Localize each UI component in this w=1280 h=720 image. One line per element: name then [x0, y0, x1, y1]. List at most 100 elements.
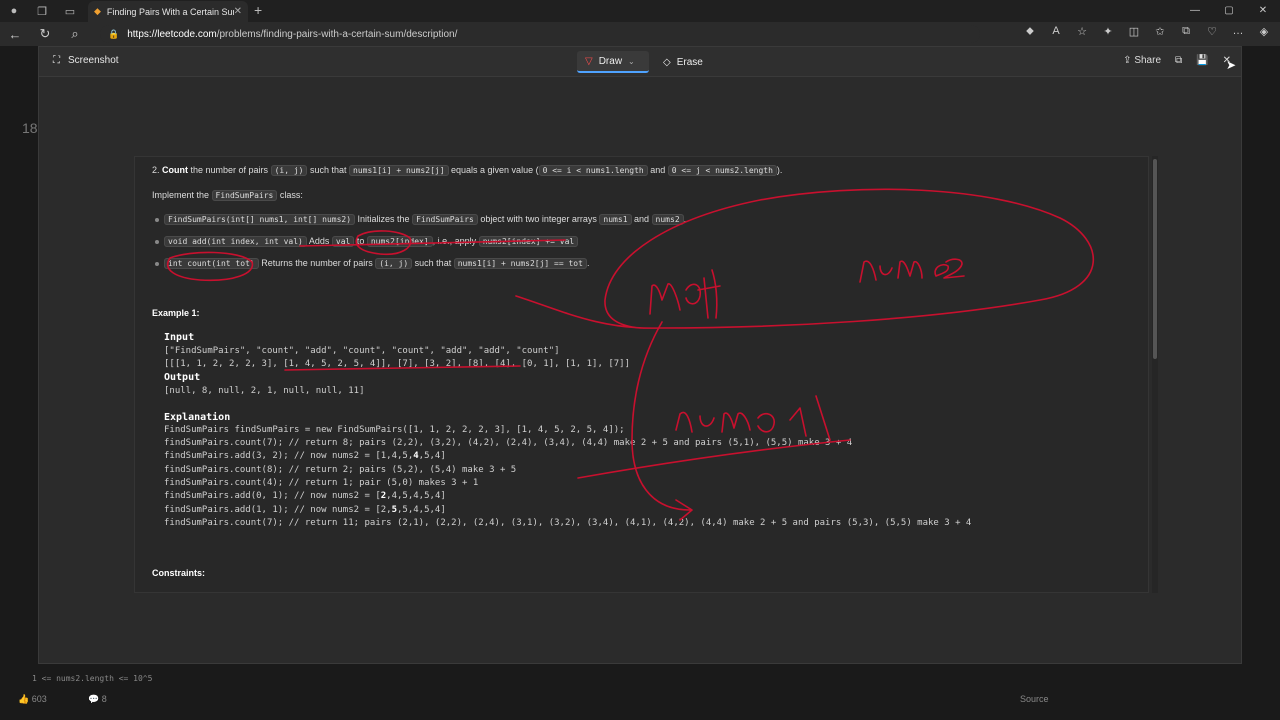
- mouse-cursor-icon: ➤: [1226, 58, 1237, 72]
- t: findSumPairs.add(3, 2); // now nums2 = […: [164, 451, 414, 461]
- screenshot-label: Screenshot: [68, 55, 119, 66]
- favorites-icon[interactable]: ✩: [1152, 25, 1168, 38]
- erase-label: Erase: [676, 56, 703, 68]
- t: the number of pairs: [188, 165, 271, 175]
- browser-tab[interactable]: ◆ Finding Pairs With a Certain Sum ✕: [88, 1, 248, 22]
- workspaces-icon[interactable]: ❐: [28, 0, 56, 22]
- close-window-icon[interactable]: ✕: [1246, 0, 1280, 22]
- address-bar-row: ← ↻ ⌕ 🔒 https://leetcode.com/problems/fi…: [0, 22, 1280, 46]
- scroll-thumb[interactable]: [1153, 159, 1157, 359]
- collections-icon[interactable]: ⧉: [1178, 25, 1194, 38]
- extension-icon[interactable]: ⬥: [1022, 25, 1038, 38]
- t: to: [354, 236, 367, 246]
- back-icon[interactable]: ←: [0, 27, 30, 42]
- explanation-line: FindSumPairs findSumPairs = new FindSumP…: [164, 425, 625, 435]
- inline-code: (i, j): [270, 165, 308, 176]
- bg-constraint-text: 1 <= nums2.length <= 10^5: [32, 674, 153, 683]
- tab-title: Finding Pairs With a Certain Sum: [106, 6, 234, 17]
- draw-label: Draw: [598, 55, 623, 67]
- split-screen-icon[interactable]: ◫: [1126, 25, 1142, 38]
- minimize-icon[interactable]: —: [1178, 0, 1212, 22]
- inline-code: nums1[i] + nums2[j]: [349, 165, 449, 176]
- explanation-line: findSumPairs.count(8); // return 2; pair…: [164, 465, 517, 475]
- profile-icon[interactable]: ●: [0, 0, 28, 22]
- share-button[interactable]: ⇪ Share: [1123, 55, 1161, 66]
- comments-value: 8: [101, 694, 107, 704]
- explanation-label: Explanation: [164, 412, 231, 423]
- inline-code: 0 <= j < nums2.length: [667, 165, 777, 176]
- t: ,5,4,5,4]: [397, 505, 446, 515]
- save-icon[interactable]: 💾: [1196, 55, 1208, 66]
- draw-button[interactable]: ▽ Draw ⌄: [577, 51, 649, 73]
- erase-button[interactable]: ◇ Erase: [659, 51, 707, 73]
- t: object with two integer arrays: [477, 214, 600, 224]
- copy-icon[interactable]: ⧉: [1175, 55, 1182, 66]
- lock-icon: 🔒: [108, 28, 120, 39]
- t: Initializes the: [355, 214, 413, 224]
- bullet-count: int count(int tot) Returns the number of…: [164, 258, 589, 269]
- bullet-dot: [155, 218, 159, 222]
- inline-code: 0 <= i < nums1.length: [538, 165, 648, 176]
- output-label: Output: [164, 372, 201, 383]
- likes-value: 603: [31, 694, 47, 704]
- explanation-line: findSumPairs.count(4); // return 1; pair…: [164, 478, 479, 488]
- inline-code: nums2: [651, 214, 684, 225]
- favorite-star-icon[interactable]: ☆: [1074, 25, 1090, 38]
- screenshot-icon: ⛶: [53, 55, 60, 66]
- description-line-count: 2. Count the number of pairs (i, j) such…: [152, 165, 783, 176]
- inline-code: nums1: [599, 214, 632, 225]
- example-title: Example 1:: [152, 308, 200, 318]
- eraser-icon: ◇: [663, 56, 671, 68]
- source-label: Source: [1020, 694, 1049, 704]
- comments-count[interactable]: 💬 8: [88, 694, 107, 705]
- url-field[interactable]: 🔒 https://leetcode.com/problems/finding-…: [100, 25, 980, 43]
- copilot-icon[interactable]: ◈: [1256, 25, 1272, 38]
- window-controls: — ▢ ✕: [1178, 0, 1280, 22]
- close-tab-icon[interactable]: ✕: [234, 6, 242, 17]
- t: and: [631, 214, 652, 224]
- explanation-line: findSumPairs.add(3, 2); // now nums2 = […: [164, 451, 446, 461]
- bullet-dot: [155, 240, 159, 244]
- inline-code: void add(int index, int val): [164, 236, 307, 247]
- explanation-line: findSumPairs.add(1, 1); // now nums2 = […: [164, 505, 446, 515]
- new-tab-icon[interactable]: +: [254, 2, 262, 18]
- t: .: [683, 214, 687, 224]
- t: , i.e., apply: [432, 236, 479, 246]
- t: ,5,4]: [418, 451, 446, 461]
- tab-actions-icon[interactable]: ▭: [56, 0, 84, 22]
- toolbar-icons: ⬥ A ☆ ✦ ◫ ✩ ⧉ ♡ … ◈: [1022, 25, 1272, 38]
- bullet-dot: [155, 262, 159, 266]
- inline-code: val: [331, 236, 355, 247]
- t: ).: [776, 165, 783, 175]
- screenshot-toolbar: ⛶ Screenshot ▽ Draw ⌄ ◇ Erase ⇪ Share ⧉ …: [39, 47, 1241, 77]
- url-path: /problems/finding-pairs-with-a-certain-s…: [216, 28, 458, 40]
- maximize-icon[interactable]: ▢: [1212, 0, 1246, 22]
- count-bold: Count: [162, 165, 189, 175]
- input-line-1: ["FindSumPairs", "count", "add", "count"…: [164, 346, 560, 356]
- inline-code: nums1[i] + nums2[j] == tot: [453, 258, 587, 269]
- input-label: Input: [164, 332, 195, 343]
- read-aloud-icon[interactable]: A: [1048, 25, 1064, 38]
- captured-area: 2. Count the number of pairs (i, j) such…: [134, 156, 1149, 593]
- browser-essentials-icon[interactable]: ♡: [1204, 25, 1220, 38]
- extensions-puzzle-icon[interactable]: ✦: [1100, 25, 1116, 38]
- url-host: https://leetcode.com: [127, 28, 217, 40]
- t: findSumPairs.add(0, 1); // now nums2 = [: [164, 491, 381, 501]
- t: ,4,5,4,5,4]: [386, 491, 446, 501]
- likes-count[interactable]: 👍 603: [18, 694, 47, 705]
- inline-code: FindSumPairs: [412, 214, 478, 225]
- refresh-icon[interactable]: ↻: [30, 26, 60, 42]
- bullet-constructor: FindSumPairs(int[] nums1, int[] nums2) I…: [164, 214, 687, 225]
- bullet-add: void add(int index, int val) Adds val to…: [164, 236, 579, 247]
- chevron-down-icon[interactable]: ⌄: [628, 57, 635, 66]
- pen-icon: ▽: [585, 55, 593, 67]
- screenshot-overlay: ⛶ Screenshot ▽ Draw ⌄ ◇ Erase ⇪ Share ⧉ …: [38, 46, 1242, 664]
- search-icon[interactable]: ⌕: [60, 26, 90, 42]
- t: Implement the: [152, 190, 212, 200]
- explanation-line: findSumPairs.add(0, 1); // now nums2 = […: [164, 491, 446, 501]
- t: and: [647, 165, 668, 175]
- inline-code: FindSumPairs: [211, 190, 278, 201]
- t: such that: [412, 258, 454, 268]
- more-icon[interactable]: …: [1230, 25, 1246, 38]
- t: Returns the number of pairs: [258, 258, 376, 268]
